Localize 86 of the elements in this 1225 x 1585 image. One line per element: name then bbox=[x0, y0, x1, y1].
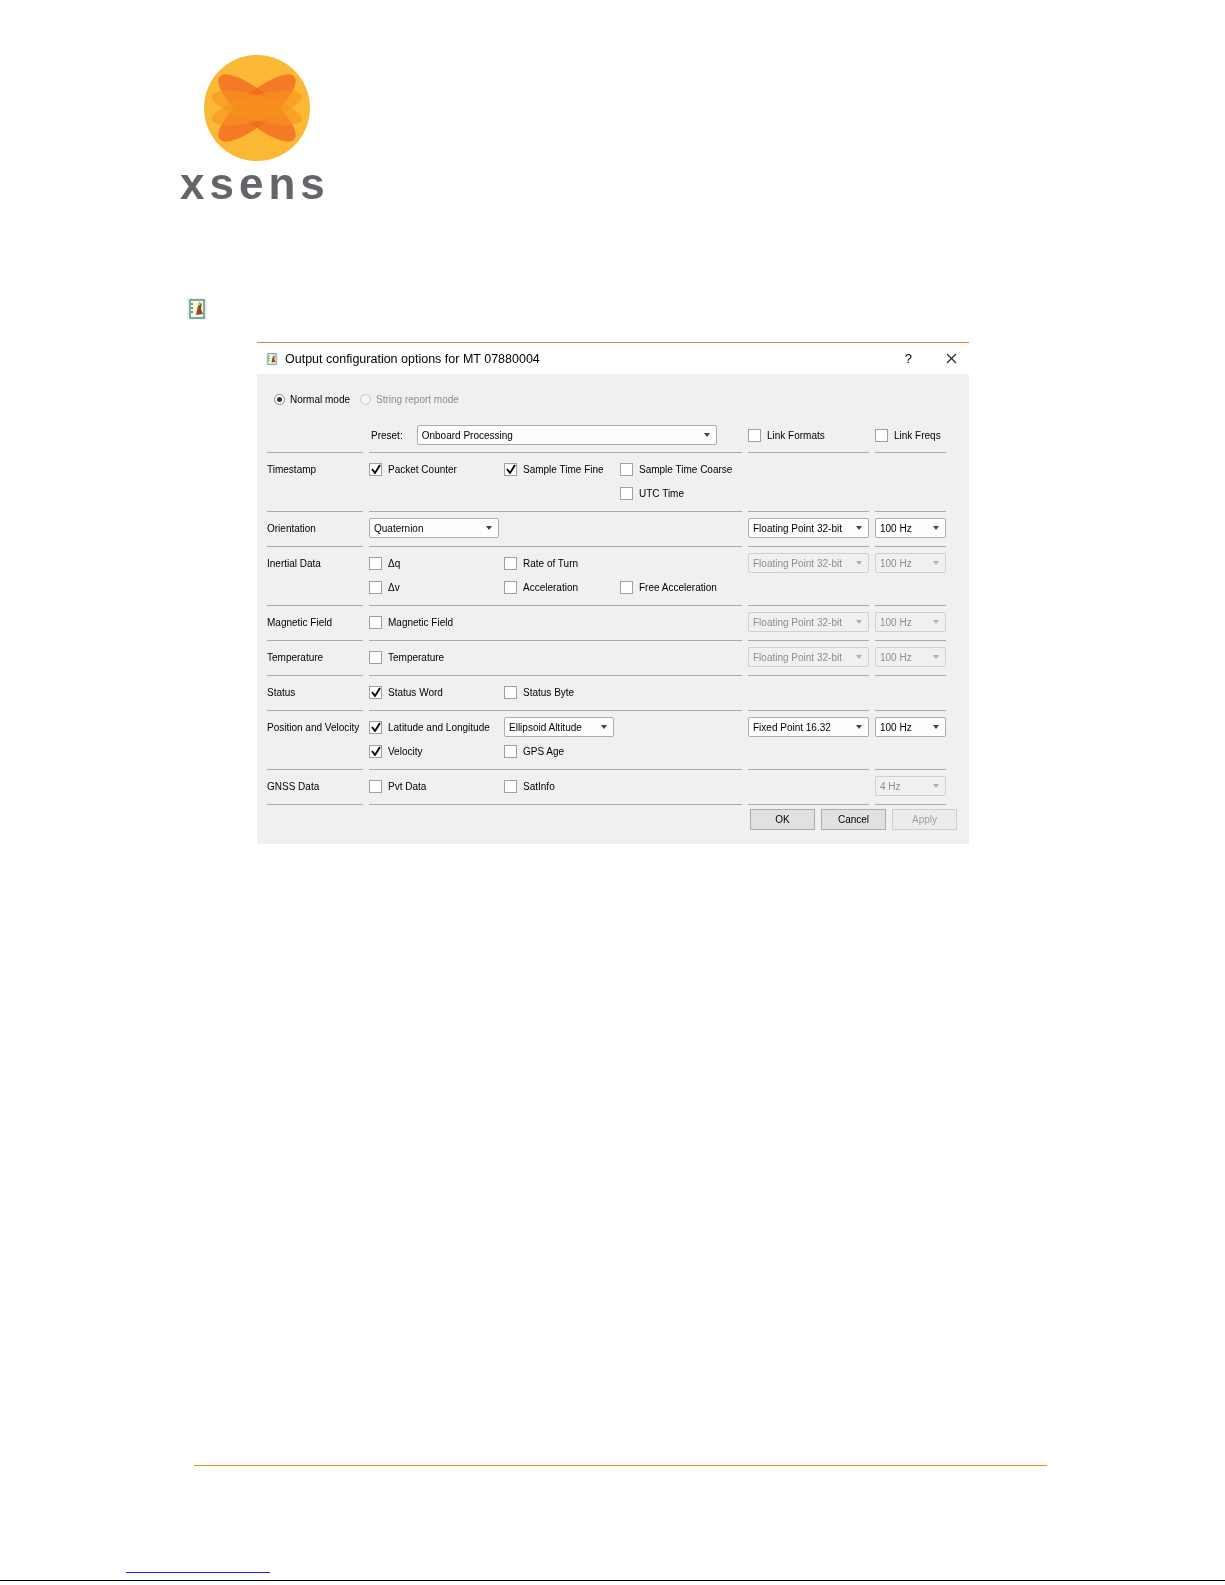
checkbox[interactable] bbox=[504, 685, 517, 699]
checkbox[interactable] bbox=[369, 744, 382, 758]
dropdown[interactable]: Onboard Processing bbox=[416, 425, 717, 445]
checkbox[interactable] bbox=[875, 428, 888, 442]
checkbox-label[interactable]: Sample Time Fine bbox=[523, 463, 604, 475]
dialog-button[interactable]: Cancel bbox=[821, 809, 886, 830]
group-label: Timestamp bbox=[267, 462, 318, 477]
checkbox[interactable] bbox=[369, 685, 382, 699]
checkbox-label[interactable]: GPS Age bbox=[523, 745, 565, 757]
caret-icon bbox=[856, 561, 862, 565]
checkbox[interactable] bbox=[620, 580, 633, 594]
check-icon bbox=[370, 722, 381, 732]
checkbox[interactable] bbox=[504, 462, 517, 476]
caret-icon bbox=[601, 725, 607, 729]
checkbox[interactable] bbox=[369, 779, 382, 793]
caret-icon bbox=[486, 526, 492, 530]
checkbox-label[interactable]: Velocity bbox=[388, 745, 423, 757]
checkbox-label[interactable]: Temperature bbox=[388, 651, 445, 663]
group-label: Temperature bbox=[267, 650, 325, 665]
caret-icon bbox=[856, 655, 862, 659]
caret-icon bbox=[933, 725, 939, 729]
check-icon bbox=[505, 464, 516, 474]
radio-button[interactable] bbox=[274, 393, 285, 405]
checkbox-label[interactable]: SatInfo bbox=[523, 780, 555, 792]
dropdown[interactable]: Floating Point 32-bit bbox=[748, 518, 869, 538]
preset-label: Preset: bbox=[371, 429, 403, 441]
dropdown[interactable]: Ellipsoid Altitude bbox=[504, 717, 614, 737]
checkbox-label[interactable]: Link Formats bbox=[767, 429, 825, 441]
checkbox[interactable] bbox=[504, 556, 517, 570]
checkbox-label[interactable]: Δv bbox=[388, 581, 400, 593]
checkbox[interactable] bbox=[504, 779, 517, 793]
caret-icon bbox=[856, 620, 862, 624]
logo-mark-icon bbox=[204, 55, 310, 161]
check-icon bbox=[370, 746, 381, 756]
checkbox[interactable] bbox=[369, 580, 382, 594]
group-label: Position and Velocity bbox=[267, 720, 361, 735]
checkbox-label[interactable]: Latitude and Longitude bbox=[388, 721, 490, 733]
checkbox-label[interactable]: Pvt Data bbox=[388, 780, 427, 792]
caret-icon bbox=[933, 784, 939, 788]
checkbox[interactable] bbox=[504, 744, 517, 758]
group-label: Inertial Data bbox=[267, 556, 322, 571]
checkbox[interactable] bbox=[748, 428, 761, 442]
check-icon bbox=[370, 464, 381, 474]
document-icon bbox=[265, 351, 279, 366]
group-label: Magnetic Field bbox=[267, 615, 334, 630]
document-icon bbox=[186, 297, 208, 321]
checkbox[interactable] bbox=[504, 580, 517, 594]
checkbox-label[interactable]: Rate of Turn bbox=[523, 557, 579, 569]
checkbox-label[interactable]: Free Acceleration bbox=[639, 581, 717, 593]
caret-icon bbox=[933, 620, 939, 624]
checkbox[interactable] bbox=[620, 486, 633, 500]
check-icon bbox=[370, 687, 381, 697]
checkbox[interactable] bbox=[369, 462, 382, 476]
checkbox[interactable] bbox=[369, 615, 382, 629]
checkbox[interactable] bbox=[369, 650, 382, 664]
close-icon bbox=[946, 353, 957, 364]
checkbox-label[interactable]: UTC Time bbox=[639, 487, 684, 499]
radio-label[interactable]: Normal mode bbox=[290, 393, 351, 405]
group-label: Orientation bbox=[267, 521, 317, 536]
help-button[interactable]: ? bbox=[904, 351, 912, 366]
checkbox-label[interactable]: Magnetic Field bbox=[388, 616, 454, 628]
checkbox[interactable] bbox=[369, 556, 382, 570]
caret-icon bbox=[856, 526, 862, 530]
checkbox-label[interactable]: Packet Counter bbox=[388, 463, 457, 475]
checkbox-label[interactable]: Acceleration bbox=[523, 581, 579, 593]
dropdown[interactable]: 100 Hz bbox=[875, 717, 946, 737]
caret-icon bbox=[933, 561, 939, 565]
checkbox-label[interactable]: Δq bbox=[388, 557, 401, 569]
checkbox[interactable] bbox=[620, 462, 633, 476]
group-label: GNSS Data bbox=[267, 779, 321, 794]
dropdown[interactable]: 100 Hz bbox=[875, 518, 946, 538]
caret-icon bbox=[856, 725, 862, 729]
checkbox-label[interactable]: Link Freqs bbox=[894, 429, 941, 441]
dialog-button[interactable]: OK bbox=[750, 809, 815, 830]
caret-icon bbox=[703, 433, 710, 437]
checkbox-label[interactable]: Status Byte bbox=[523, 686, 575, 698]
group-label: Status bbox=[267, 685, 297, 700]
checkbox[interactable] bbox=[369, 720, 382, 734]
checkbox-label[interactable]: Sample Time Coarse bbox=[639, 463, 733, 475]
dropdown[interactable]: Quaternion bbox=[369, 518, 499, 538]
logo-wordmark: xsens bbox=[180, 167, 330, 201]
caret-icon bbox=[933, 655, 939, 659]
caret-icon bbox=[933, 526, 939, 530]
checkbox-label[interactable]: Status Word bbox=[388, 686, 443, 698]
window-title: Output configuration options for MT 07880004 bbox=[285, 351, 541, 366]
dropdown[interactable]: Fixed Point 16.32 bbox=[748, 717, 869, 737]
